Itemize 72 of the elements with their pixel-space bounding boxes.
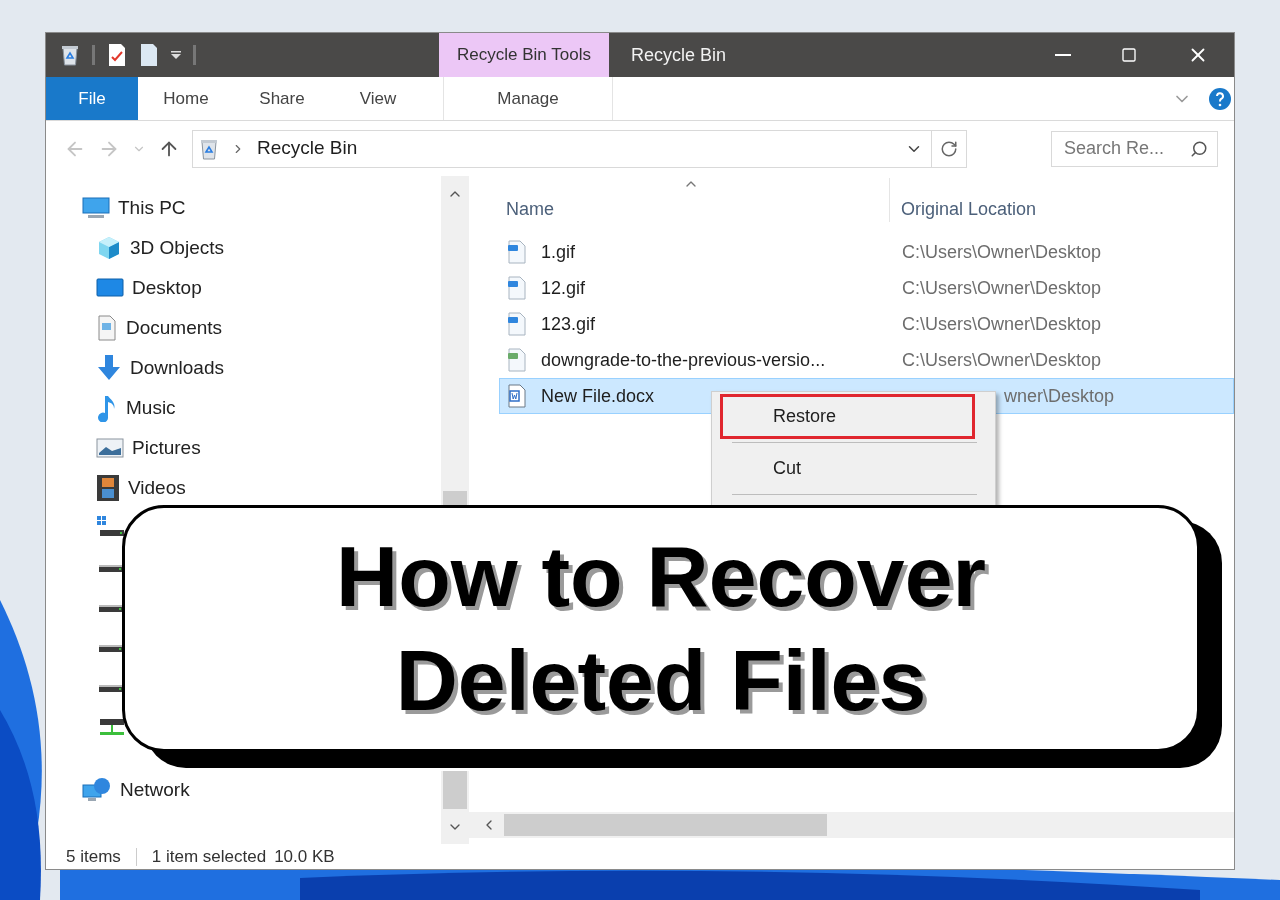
original-location: C:\Users\Owner\Desktop: [901, 240, 1102, 264]
minimize-icon: [1055, 54, 1071, 56]
scrollbar-thumb[interactable]: [443, 771, 467, 809]
original-location: C:\Users\Owner\Desktop: [901, 276, 1102, 300]
image-file-icon: [507, 240, 527, 264]
image-file-icon: [507, 312, 527, 336]
drive-icon: [99, 604, 123, 612]
ribbon-tab[interactable]: Home: [138, 77, 234, 120]
file-row[interactable]: 12.gif C:\Users\Owner\Desktop: [499, 270, 1234, 306]
address-path[interactable]: Recycle Bin: [257, 134, 358, 163]
monitor-icon: [82, 197, 110, 219]
navigation-item[interactable]: This PC: [118, 193, 186, 223]
scrollbar-thumb[interactable]: [504, 814, 827, 836]
navigation-item[interactable]: Music: [126, 393, 176, 423]
contextual-tab-header: Recycle Bin Tools: [439, 33, 609, 77]
file-name: New File.docx: [541, 384, 655, 408]
file-row[interactable]: 1.gif C:\Users\Owner\Desktop: [499, 234, 1234, 270]
scrollbar-track[interactable]: [441, 771, 469, 844]
recycle-bin-icon: [60, 44, 80, 66]
navigation-item[interactable]: Documents: [126, 313, 223, 343]
drive-icon: [99, 564, 123, 572]
horizontal-scrollbar[interactable]: [469, 812, 1234, 838]
caret-icon[interactable]: [171, 50, 181, 60]
image-file-icon: [507, 276, 527, 300]
maximize-icon: [1121, 47, 1137, 63]
search-field[interactable]: Search Re...: [1051, 130, 1218, 167]
download-arrow-icon: [96, 354, 122, 382]
window-title: Recycle Bin: [631, 43, 727, 67]
ribbon-tab[interactable]: View: [330, 77, 426, 120]
address-field[interactable]: Recycle Bin: [192, 129, 967, 168]
file-name: 123.gif: [541, 312, 596, 336]
navigation-item[interactable]: Desktop: [132, 273, 202, 303]
properties-icon[interactable]: [107, 43, 127, 67]
item-count: 5 items: [66, 845, 121, 868]
refresh-icon[interactable]: [940, 139, 958, 158]
menu-item[interactable]: Restore: [720, 394, 975, 439]
banner-heading: Deleted Files: [395, 630, 927, 730]
original-location: wner\Desktop: [1003, 384, 1115, 408]
landscape-picture-icon: [96, 437, 124, 459]
file-name: downgrade-to-the-previous-versio...: [541, 348, 826, 372]
help-icon[interactable]: [1208, 86, 1232, 111]
file-row[interactable]: downgrade-to-the-previous-versio... C:\Users\Owner\Desktop: [499, 342, 1234, 378]
recycle-bin-icon: [199, 137, 219, 160]
menu-item[interactable]: Cut: [720, 446, 975, 491]
desktop-icon: [96, 277, 124, 299]
drive-icon: [99, 684, 123, 692]
navigation-item[interactable]: Downloads: [130, 353, 224, 383]
cube-icon: [96, 235, 122, 261]
network-icon: [82, 777, 112, 803]
document-icon: [96, 315, 118, 341]
file-row[interactable]: 123.gif C:\Users\Owner\Desktop: [499, 306, 1234, 342]
selection-status: 1 item selected: [151, 845, 267, 868]
column-header[interactable]: Original Location: [889, 196, 1037, 223]
file-name: 12.gif: [541, 276, 586, 300]
scrollbar-track[interactable]: [441, 176, 469, 506]
word-document-icon: [507, 384, 527, 408]
image-file-icon: [507, 348, 527, 372]
navigation-item[interactable]: 3D Objects: [130, 233, 224, 263]
ribbon-tab[interactable]: Share: [234, 77, 330, 120]
drive-icon: [99, 644, 123, 652]
selection-size: 10.0 KB: [274, 845, 335, 868]
column-header[interactable]: Name: [469, 196, 889, 223]
file-name: 1.gif: [541, 240, 576, 264]
file-tab[interactable]: File: [46, 77, 138, 120]
film-strip-icon: [96, 474, 120, 502]
search-icon[interactable]: [1190, 139, 1208, 158]
navigation-item[interactable]: Pictures: [132, 433, 201, 463]
banner-heading: How to Recover: [336, 527, 986, 627]
original-location: C:\Users\Owner\Desktop: [901, 348, 1102, 372]
navigation-item[interactable]: Videos: [128, 473, 186, 503]
navigation-item[interactable]: Network: [120, 775, 190, 805]
original-location: C:\Users\Owner\Desktop: [901, 312, 1102, 336]
